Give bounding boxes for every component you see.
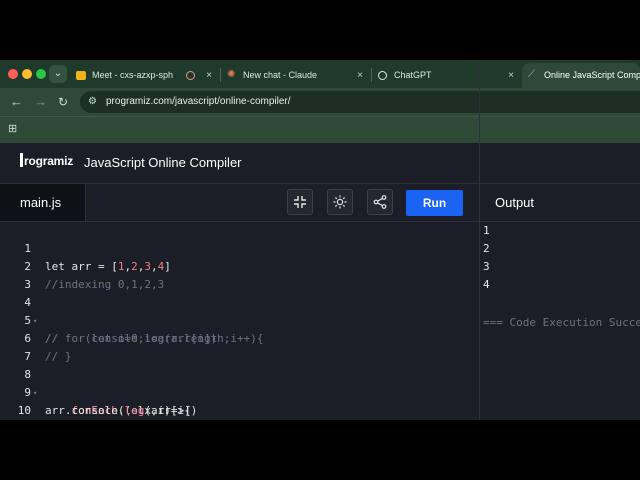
address-bar-row: ← → ↻ ⚙ programiz.com/javascript/online-… xyxy=(0,88,640,116)
code-line: 3 xyxy=(0,258,479,291)
forward-arrow-icon[interactable]: → xyxy=(34,88,47,116)
tab-search-button[interactable]: ⌄ xyxy=(49,65,67,83)
output-line: 4 xyxy=(483,278,490,291)
bookmarks-bar: ⊞ xyxy=(0,116,640,143)
browser-tab-bar: ⌄ Meet - cxs-azxp-sph × ✺ New chat - Cla… xyxy=(0,60,640,88)
compress-icon xyxy=(294,196,306,208)
theme-toggle-button[interactable] xyxy=(327,189,353,215)
minimize-window-button[interactable] xyxy=(22,69,32,79)
tab-label: New chat - Claude xyxy=(243,70,318,80)
file-tab-main-js[interactable]: main.js xyxy=(0,184,86,221)
programiz-icon: ⟋ xyxy=(528,69,535,80)
output-panel: 1 2 3 4 === Code Execution Successful ==… xyxy=(480,222,640,420)
claude-icon: ✺ xyxy=(227,69,236,80)
back-arrow-icon[interactable]: ← xyxy=(10,88,23,116)
recording-icon xyxy=(186,71,195,80)
code-line: 4 ▾ // for(let i=0;i<arr.length;i++){ xyxy=(0,276,479,345)
compress-button[interactable] xyxy=(287,189,313,215)
tab-label: ChatGPT xyxy=(394,70,432,80)
compiler-toolbar: main.js Run Output xyxy=(0,184,640,222)
code-line: 9 console.log(arr[i]) xyxy=(0,366,479,417)
code-line: 11 xyxy=(0,402,479,420)
programiz-logo[interactable]: rogramiz xyxy=(20,151,73,171)
url-text[interactable]: programiz.com/javascript/online-compiler… xyxy=(106,91,291,113)
run-button[interactable]: Run xyxy=(406,190,463,216)
chatgpt-icon xyxy=(378,71,387,80)
reload-icon[interactable]: ↻ xyxy=(58,88,68,116)
tab-chatgpt[interactable]: ChatGPT × xyxy=(372,63,522,88)
code-line: 6 // } xyxy=(0,312,479,363)
tab-claude[interactable]: ✺ New chat - Claude × xyxy=(221,63,371,88)
code-line: 5 // console.log(arr[i]) xyxy=(0,294,479,345)
chevron-down-icon: ⌄ xyxy=(53,68,63,79)
site-settings-icon[interactable]: ⚙ xyxy=(88,96,100,108)
screen: ⌄ Meet - cxs-azxp-sph × ✺ New chat - Cla… xyxy=(0,60,640,420)
logo-mark-icon xyxy=(20,153,23,167)
tab-label: Online JavaScript Compiler xyxy=(544,70,640,80)
file-tab-label: main.js xyxy=(20,195,62,210)
share-button[interactable] xyxy=(367,189,393,215)
output-title: Output xyxy=(495,195,535,210)
theme-sun-icon xyxy=(333,195,347,209)
close-window-button[interactable] xyxy=(8,69,18,79)
apps-grid-icon[interactable]: ⊞ xyxy=(8,124,19,135)
address-bar[interactable]: ⚙ programiz.com/javascript/online-compil… xyxy=(80,91,640,113)
output-line: 2 xyxy=(483,242,490,255)
tab-label: Meet - cxs-azxp-sph xyxy=(92,70,174,80)
output-line: 3 xyxy=(483,260,490,273)
code-editor[interactable]: 1 let arr = [1,2,3,4] 2 //indexing 0,1,2… xyxy=(0,222,479,420)
share-icon xyxy=(373,195,387,209)
tab-programiz[interactable]: ⟋ Online JavaScript Compiler xyxy=(522,63,640,88)
close-icon[interactable]: × xyxy=(357,63,363,88)
site-header: rogramiz JavaScript Online Compiler xyxy=(0,143,640,184)
close-icon[interactable]: × xyxy=(508,63,514,88)
close-icon[interactable]: × xyxy=(206,63,212,88)
maximize-window-button[interactable] xyxy=(36,69,46,79)
code-line: 10 }) xyxy=(0,384,479,417)
logo-text: rogramiz xyxy=(24,154,74,168)
meet-icon xyxy=(76,71,86,80)
code-line: 7 xyxy=(0,330,479,363)
output-line: 1 xyxy=(483,224,490,237)
execution-status-message: === Code Execution Successful === xyxy=(483,316,640,329)
page-title: JavaScript Online Compiler xyxy=(84,155,242,170)
tab-meet[interactable]: Meet - cxs-azxp-sph × xyxy=(70,63,220,88)
code-line: 8 ▾ arr.forEach((elx,i)=>{ xyxy=(0,348,479,417)
code-line: 2 //indexing 0,1,2,3 xyxy=(0,240,479,291)
code-line: 1 let arr = [1,2,3,4] xyxy=(0,222,479,273)
